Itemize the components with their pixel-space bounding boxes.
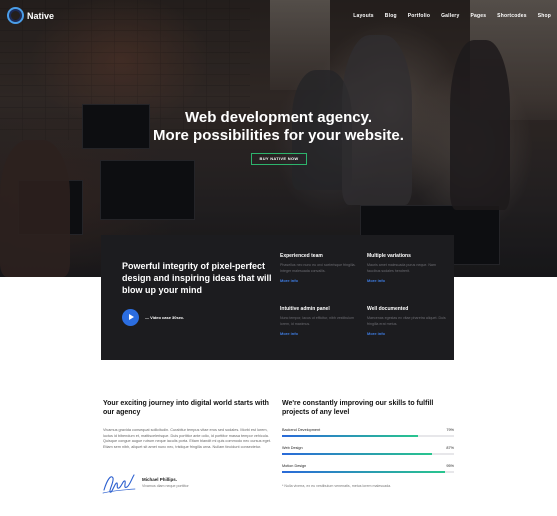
nav-item-layouts[interactable]: Layouts — [353, 13, 374, 19]
author-name: Michael Phillips. — [142, 477, 178, 482]
skill-bar: Motion Design 95% — [282, 464, 454, 473]
buy-native-button[interactable]: BUY NATIVE NOW — [251, 153, 307, 165]
nav-item-shop[interactable]: Shop — [538, 13, 551, 19]
feature-more-link[interactable]: More info — [280, 278, 360, 283]
signature-icon — [102, 474, 136, 494]
feature-more-link[interactable]: More info — [367, 278, 447, 283]
skill-label: Motion Design — [282, 464, 307, 468]
feature-more-link[interactable]: More info — [367, 331, 447, 336]
author-role: Vivamus diam neque porttitor — [142, 484, 189, 488]
play-icon — [129, 314, 134, 320]
nav-item-gallery[interactable]: Gallery — [441, 13, 459, 19]
skill-percent: 95% — [446, 464, 454, 468]
feature-item: Well documented Maecenas egestas ex vita… — [367, 306, 447, 336]
feature-headline: Powerful integrity of pixel-perfect desi… — [122, 261, 272, 295]
skill-percent: 87% — [446, 446, 454, 450]
nav-item-portfolio[interactable]: Portfolio — [408, 13, 430, 19]
feature-item: Experienced team Phasellus nec nunc eu o… — [280, 253, 360, 283]
feature-title: Well documented — [367, 306, 409, 312]
skill-label: Backend Development — [282, 428, 321, 432]
brand-logo[interactable]: Native — [7, 7, 54, 24]
brand-name: Native — [27, 10, 55, 21]
feature-item: Multiple variations Mauris amet malesuad… — [367, 253, 447, 283]
hero-title-line1: Web development agency. — [185, 109, 372, 126]
nav-item-shortcodes[interactable]: Shortcodes — [497, 13, 527, 19]
nav-item-blog[interactable]: Blog — [385, 13, 397, 19]
journey-text: Vivamus gravida consequat sollicitudin. … — [103, 428, 271, 449]
journey-title: Your exciting journey into digital world… — [103, 400, 269, 416]
skill-bar: Web Design 87% — [282, 446, 454, 455]
skill-fill — [282, 471, 446, 473]
feature-desc: Phasellus nec nunc eu orci scelerisque f… — [280, 263, 356, 273]
skill-percent: 79% — [446, 428, 454, 432]
feature-box: Powerful integrity of pixel-perfect desi… — [101, 235, 454, 360]
skill-track — [282, 453, 454, 455]
feature-desc: Mauris amet malesuada purus neque. Nam f… — [367, 263, 436, 273]
hero-title-line2: More possibilities for your website. — [153, 127, 404, 144]
nav-item-pages[interactable]: Pages — [470, 13, 486, 19]
feature-title: Multiple variations — [367, 253, 411, 259]
skills-note: * Nulla viverra, ex eu vestibulum venena… — [282, 484, 392, 488]
feature-title: Experienced team — [280, 253, 323, 259]
skills-title: We're constantly improving our skills to… — [282, 400, 434, 416]
skill-track — [282, 435, 454, 437]
feature-desc: Nunc tempor, lacus ut efficitur, nibh ve… — [280, 316, 355, 326]
feature-item: Intuitive admin panel Nunc tempor, lacus… — [280, 306, 360, 336]
play-video-button[interactable] — [122, 309, 139, 326]
logo-icon — [7, 7, 24, 24]
feature-desc: Maecenas egestas ex vitae pharetra aliqu… — [367, 316, 446, 326]
skill-label: Web Design — [282, 446, 303, 450]
feature-more-link[interactable]: More info — [280, 331, 360, 336]
skill-fill — [282, 435, 418, 437]
video-label[interactable]: — Video case 30sec. — [145, 315, 184, 320]
skill-fill — [282, 453, 432, 455]
main-nav: Layouts Blog Portfolio Gallery Pages Sho… — [353, 13, 551, 19]
skill-track — [282, 471, 454, 473]
feature-title: Intuitive admin panel — [280, 306, 330, 312]
skill-bar: Backend Development 79% — [282, 428, 454, 437]
